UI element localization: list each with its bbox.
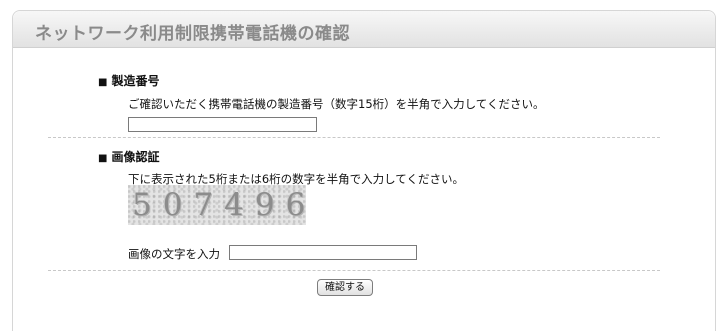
serial-description: ご確認いただく携帯電話機の製造番号（数字15桁）を半角で入力してください。 — [128, 97, 545, 111]
square-bullet-icon: ■ — [98, 153, 108, 164]
serial-number-input[interactable] — [128, 117, 317, 132]
confirm-button[interactable]: 確認する — [317, 279, 373, 296]
captcha-heading-label: 画像認証 — [111, 150, 160, 164]
page-title: ネットワーク利用制限携帯電話機の確認 — [35, 24, 350, 44]
section-divider — [48, 270, 660, 271]
captcha-section-heading: ■ 画像認証 — [98, 148, 159, 165]
captcha-image: 507496 — [128, 185, 306, 225]
section-divider — [48, 137, 660, 138]
captcha-digits: 507496 — [132, 187, 306, 223]
serial-section-heading: ■ 製造番号 — [98, 72, 159, 89]
square-bullet-icon: ■ — [98, 77, 108, 88]
captcha-input[interactable] — [229, 245, 417, 260]
captcha-input-label: 画像の文字を入力 — [128, 247, 220, 261]
serial-heading-label: 製造番号 — [111, 74, 160, 88]
